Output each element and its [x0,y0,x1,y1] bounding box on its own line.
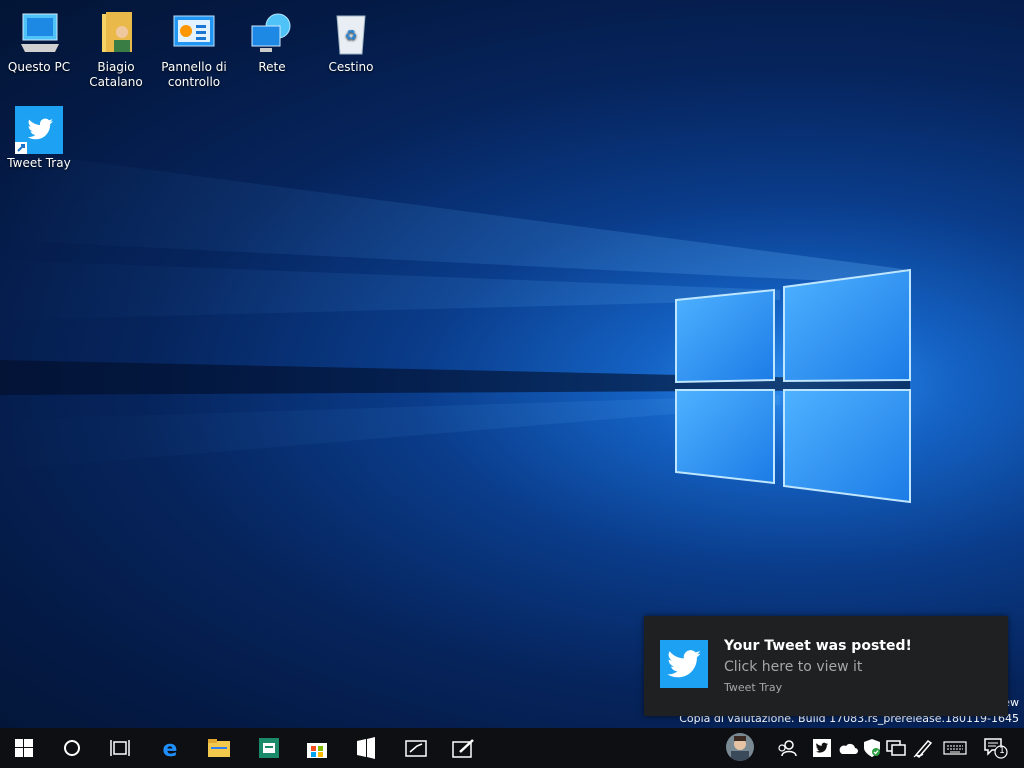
sketch-icon [452,739,474,758]
desktop-icon-user-folder[interactable]: Biagio Catalano [78,10,154,90]
twitter-icon [660,640,708,688]
pen-button[interactable] [912,737,934,759]
file-explorer-icon [208,739,230,757]
network-icon [886,740,906,756]
people-button[interactable] [776,737,798,759]
task-view-icon [110,740,130,756]
file-explorer-button[interactable] [195,728,243,768]
app-icon [357,737,375,759]
keyboard-icon [943,741,967,755]
user-folder-icon [92,10,140,56]
desktop-icon-network[interactable]: Rete [234,10,310,75]
whiteboard-button[interactable] [392,728,440,768]
app-button[interactable] [342,728,390,768]
cortana-button[interactable] [48,728,96,768]
desktop-icon-control-panel[interactable]: Pannello di controllo [156,10,232,90]
defender-icon [864,739,880,757]
people-icon [778,740,797,757]
action-center-button[interactable]: 1 [983,737,1009,759]
network-tray-button[interactable] [885,737,907,759]
cortana-icon [64,740,80,756]
desktop-icon-label: Pannello di controllo [161,60,227,89]
sketch-button[interactable] [440,728,488,768]
toast-body[interactable]: Click here to view it [724,659,862,675]
store-button[interactable] [293,728,341,768]
start-button[interactable] [0,728,48,768]
control-panel-icon [170,10,218,56]
desktop-icon-questo-pc[interactable]: Questo PC [1,10,77,75]
desktop-icon-tweet-tray[interactable]: Tweet Tray [1,106,77,171]
defender-button[interactable] [861,737,883,759]
printer-app-button[interactable] [245,728,293,768]
twitter-tray-icon [813,739,831,757]
network-icon [248,10,296,56]
desktop-icon-label: Cestino [328,60,374,74]
desktop-icon-recycle-bin[interactable]: ♻ Cestino [313,10,389,75]
taskbar: e 1 [0,728,1024,768]
desktop-icon-label: Biagio Catalano [89,60,143,89]
desktop-icon-label: Tweet Tray [7,156,71,170]
edge-button[interactable]: e [146,728,194,768]
twitter-tray-button[interactable] [811,737,833,759]
store-icon [307,743,327,758]
notification-count-badge: 1 [999,746,1005,756]
toast-notification[interactable]: Your Tweet was posted! Click here to vie… [644,616,1008,716]
whiteboard-icon [405,740,427,757]
touch-keyboard-button[interactable] [942,737,968,759]
desktop-icon-label: Rete [258,60,286,74]
onedrive-button[interactable] [837,737,859,759]
twitter-shortcut-icon [15,106,63,154]
svg-text:e: e [163,737,178,759]
pen-icon [913,740,933,758]
task-view-button[interactable] [96,728,144,768]
desktop-icon-label: Questo PC [7,60,71,74]
recycle-bin-icon: ♻ [327,10,375,56]
onedrive-icon [839,743,858,754]
avatar[interactable] [726,733,754,761]
printer-app-icon [259,738,279,758]
toast-title: Your Tweet was posted! [724,638,912,654]
edge-icon: e [163,737,178,759]
toast-app-name: Tweet Tray [724,681,783,694]
computer-icon [15,10,63,56]
start-icon [15,739,33,757]
svg-text:♻: ♻ [345,28,358,44]
